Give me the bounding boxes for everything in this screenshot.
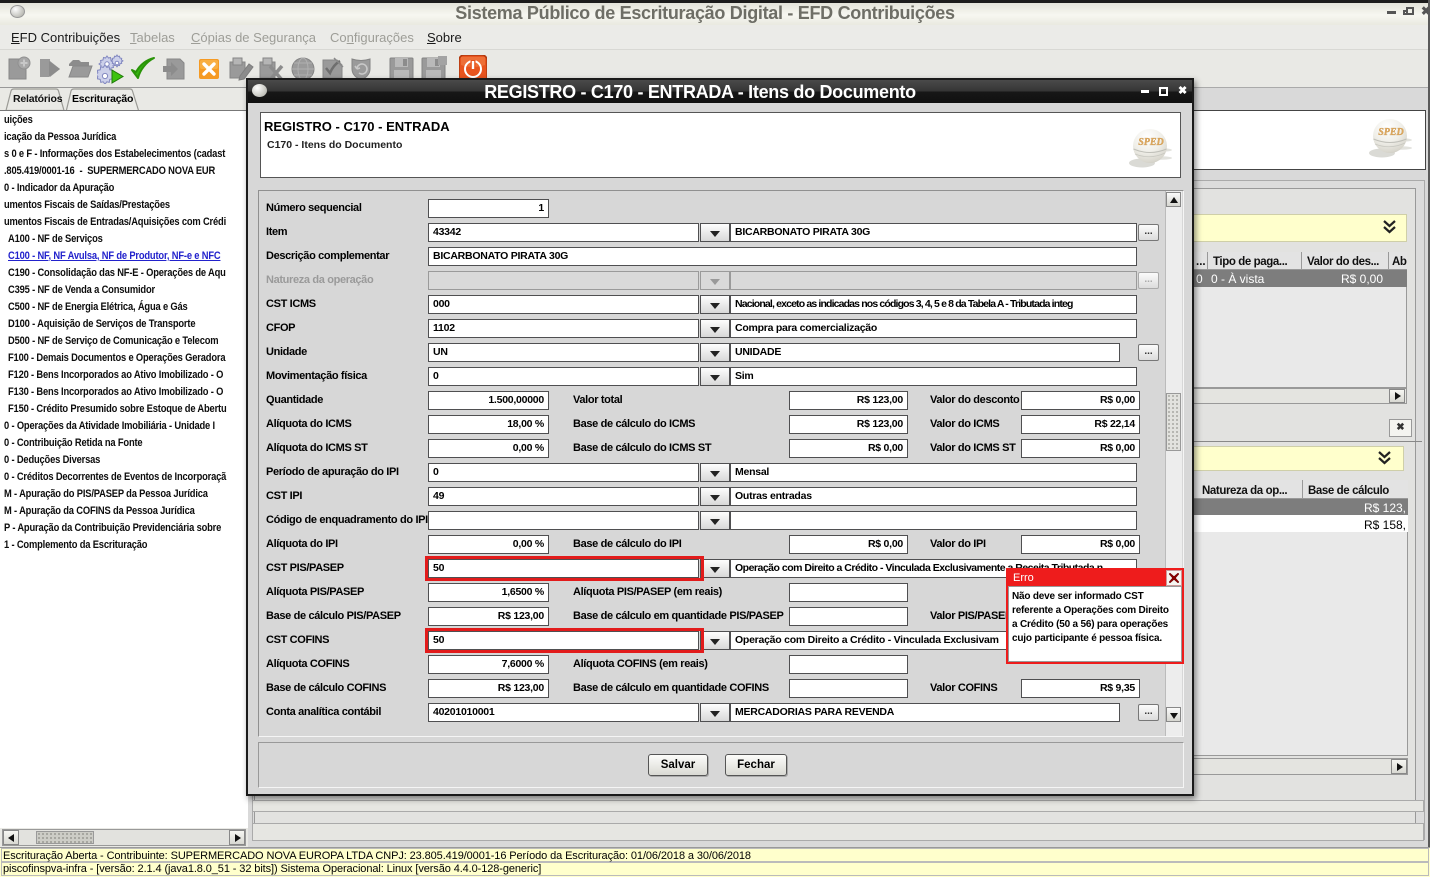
svg-text:SPED: SPED <box>1138 137 1164 148</box>
svg-text:SPED: SPED <box>1378 127 1404 138</box>
